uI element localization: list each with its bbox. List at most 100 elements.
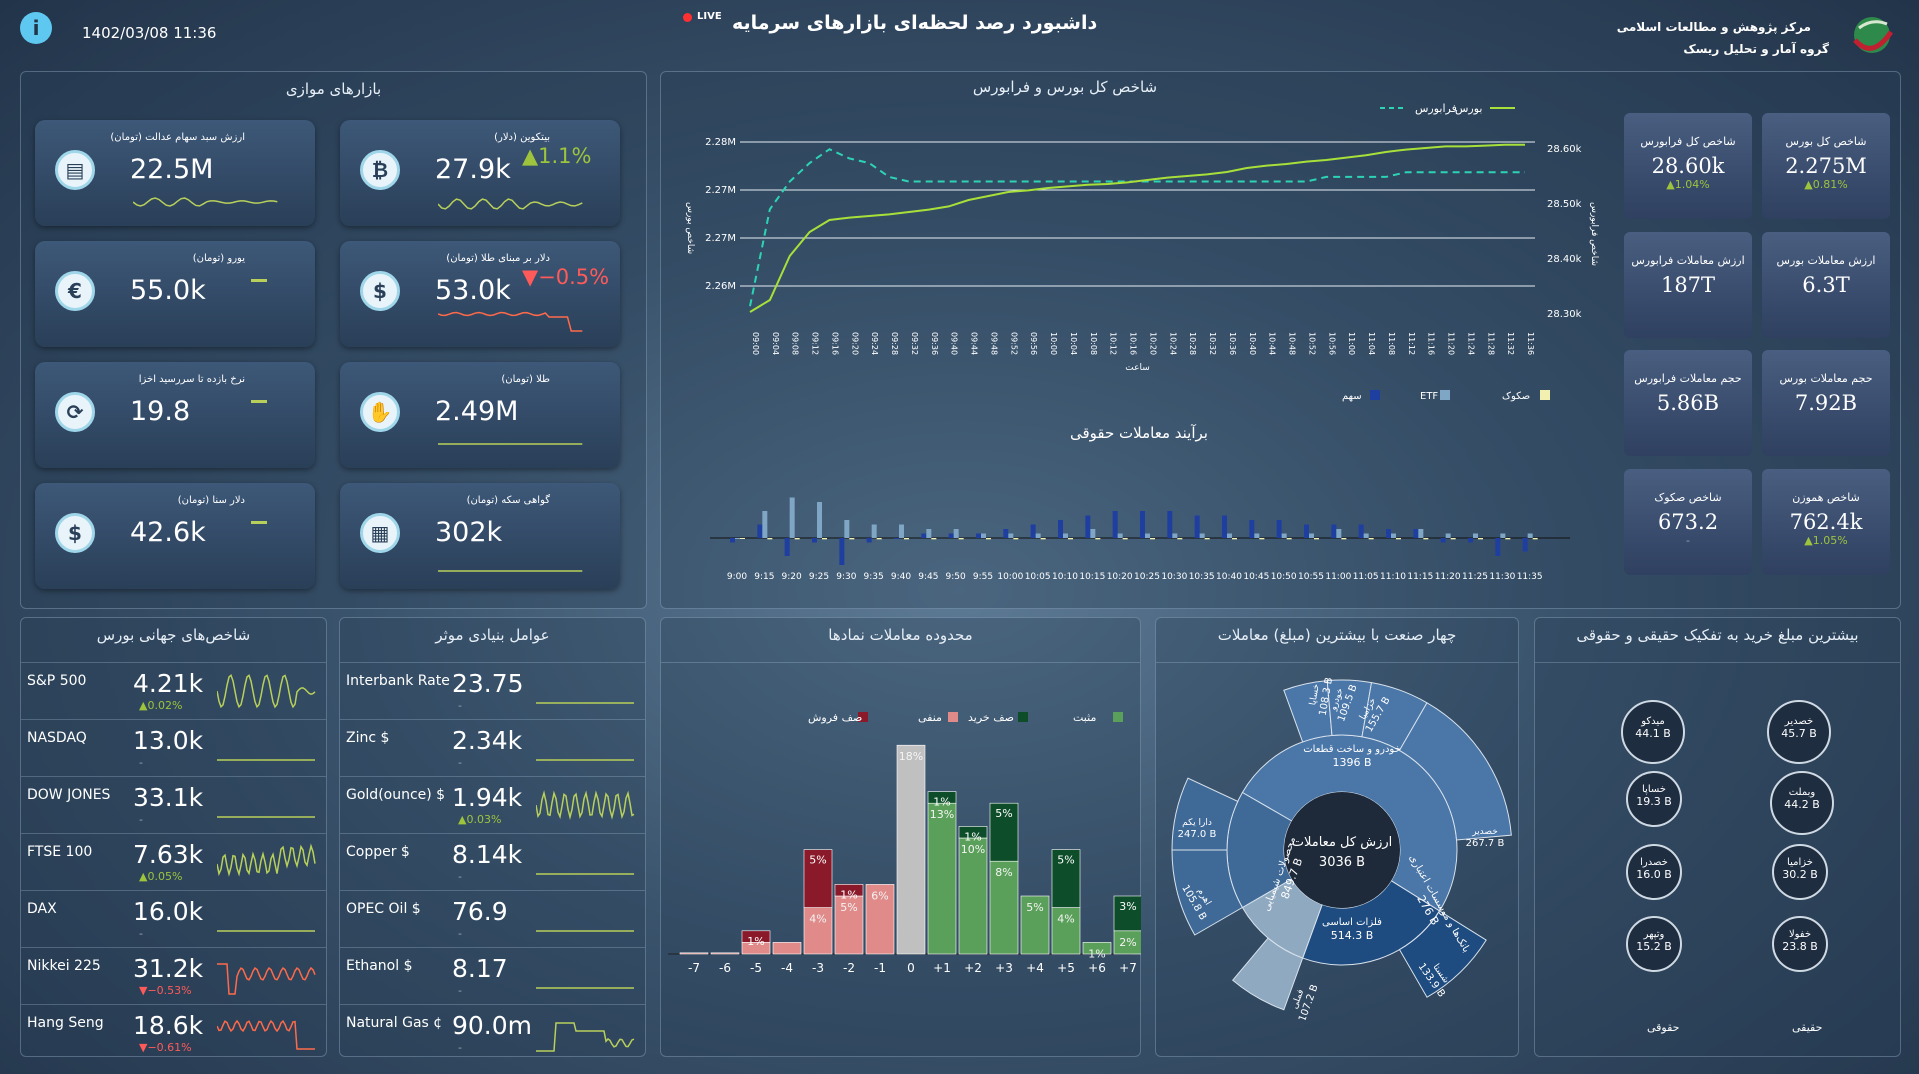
index-row[interactable]: FTSE 100 7.63k ▲0.05% (21, 833, 326, 890)
info-icon[interactable]: i (20, 12, 52, 44)
legal-bar (1391, 533, 1396, 538)
legal-bar (1386, 529, 1391, 538)
buyer-symbol: خصدیر (1784, 716, 1814, 727)
market-card[interactable]: ▦ گواهی سکه (تومان) 302k (340, 483, 620, 589)
kpi-title: شاخص کل فرابورس (1640, 135, 1736, 148)
legal-bar (1150, 538, 1155, 540)
legal-bar (1450, 538, 1456, 540)
index-row[interactable]: DOW JONES 33.1k - (21, 776, 326, 833)
x-tick: 9:40 (891, 572, 911, 582)
buyer-bubble[interactable]: خصدیر 45.7 B (1767, 700, 1831, 764)
index-row[interactable]: NASDAQ 13.0k - (21, 719, 326, 776)
x-tick: 09:44 (970, 332, 979, 355)
buyer-symbol: وتپهر (1643, 929, 1665, 940)
x-tick: 11:30 (1489, 572, 1515, 582)
x-tick: 11:10 (1380, 572, 1406, 582)
buyer-bubble[interactable]: خصدرا 16.0 B (1626, 844, 1682, 900)
bar-value-label: 5% (1026, 901, 1043, 914)
buyer-bubble[interactable]: خفولا 23.8 B (1772, 916, 1828, 972)
card-title: ارزش سبد سهام عدالت (تومان) (110, 132, 245, 143)
x-tick: 10:45 (1243, 572, 1269, 582)
kpi-card[interactable]: ارزش معاملات بورس 6.3T (1762, 232, 1890, 338)
x-tick: 10:08 (1089, 332, 1098, 355)
card-title: گواهی سکه (تومان) (466, 495, 550, 506)
kpi-title: ارزش معاملات فرابورس (1631, 254, 1745, 267)
x-tick: 10:35 (1189, 572, 1215, 582)
industry-label: خودرو و ساخت قطعات (1303, 744, 1401, 755)
org-name: مرکز پژوهش و مطالعات اسلامی (1616, 20, 1811, 34)
legal-bar (1194, 515, 1200, 538)
kpi-card[interactable]: شاخص هموزن 762.4k ▲1.05% (1762, 469, 1890, 575)
kpi-value: 762.4k (1789, 510, 1863, 534)
x-axis-label: ساعت (1125, 363, 1150, 373)
buyer-amount: 44.2 B (1784, 798, 1820, 811)
market-card[interactable]: € یورو (تومان) 55.0k (35, 241, 315, 347)
market-card[interactable]: ✋ طلا (تومان) 2.49M (340, 362, 620, 468)
buyer-bubble[interactable]: میدکو 44.1 B (1621, 700, 1685, 764)
legend-label: منفی (918, 711, 942, 724)
index-row[interactable]: Natural Gas ¢ 90.0m - (340, 1004, 645, 1061)
legal-bar (1259, 538, 1265, 540)
index-row[interactable]: Interbank Rate 23.75 - (340, 662, 645, 719)
x-tick: 10:55 (1298, 572, 1324, 582)
buyer-bubble[interactable]: وتپهر 15.2 B (1626, 916, 1682, 972)
index-row[interactable]: Gold(ounce) $ 1.94k ▲0.03% (340, 776, 645, 833)
legal-buyers-label: حقوقی (1647, 1021, 1680, 1034)
legal-bar (789, 497, 795, 538)
row-name: FTSE 100 (27, 844, 93, 860)
series-line (749, 148, 1525, 307)
row-name: Ethanol $ (346, 958, 413, 974)
kpi-card[interactable]: شاخص صکوک 673.2- (1624, 469, 1752, 575)
x-tick: 10:52 (1307, 332, 1316, 355)
legal-bar (1117, 533, 1123, 538)
x-tick: 10:56 (1327, 332, 1336, 355)
x-tick: 09:56 (1029, 332, 1038, 355)
x-tick: 10:44 (1268, 332, 1277, 355)
market-card[interactable]: $ دلار بر مبنای طلا (تومان) 53.0k ▼−0.5% (340, 241, 620, 347)
buyer-symbol: میدکو (1641, 716, 1665, 727)
kpi-card[interactable]: شاخص کل فرابورس 28.60k ▲1.04% (1624, 113, 1752, 219)
x-tick: 09:48 (989, 332, 998, 355)
card-sparkline (438, 443, 583, 445)
index-row[interactable]: Zinc $ 2.34k - (340, 719, 645, 776)
market-card[interactable]: ⟳ نرخ بازده تا سررسید اخزا 19.8 (35, 362, 315, 468)
bar-value-label: 1% (1088, 947, 1105, 960)
market-card[interactable]: $ دلار سنا (تومان) 42.6k (35, 483, 315, 589)
row-sparkline (536, 1022, 635, 1052)
x-tick: 10:00 (997, 572, 1023, 582)
x-tick: 11:25 (1462, 572, 1488, 582)
x-tick: 09:12 (811, 332, 820, 355)
legal-bar (986, 538, 991, 540)
bar-value-label: 1% (840, 888, 857, 901)
row-change: - (458, 699, 462, 712)
y-tick-left: 2.27M (705, 185, 736, 196)
card-title: طلا (تومان) (501, 374, 550, 385)
kpi-card[interactable]: حجم معاملات بورس 7.92B (1762, 350, 1890, 456)
buyer-bubble[interactable]: خساپا 19.3 B (1626, 771, 1682, 827)
index-row[interactable]: DAX 16.0k - (21, 890, 326, 947)
card-value: 53.0k (435, 275, 511, 306)
row-sparkline (536, 790, 635, 820)
legal-bar (1522, 538, 1528, 552)
kpi-value: 673.2 (1657, 510, 1719, 534)
x-tick: 11:24 (1466, 332, 1475, 355)
index-row[interactable]: Copper $ 8.14k - (340, 833, 645, 890)
legal-bar (1140, 511, 1145, 538)
market-card[interactable]: ₿ بیتکوین (دلار) 27.9k ▲1.1% (340, 120, 620, 226)
kpi-card[interactable]: ارزش معاملات فرابورس 187T (1624, 232, 1752, 338)
index-row[interactable]: Ethanol $ 8.17 - (340, 947, 645, 1004)
kpi-card[interactable]: حجم معاملات فرابورس 5.86B (1624, 350, 1752, 456)
kpi-card[interactable]: شاخص کل بورس 2.275M ▲0.81% (1762, 113, 1890, 219)
bar-value-label: 8% (995, 866, 1012, 879)
index-row[interactable]: Nikkei 225 31.2k ▼−0.53% (21, 947, 326, 1004)
index-row[interactable]: S&P 500 4.21k ▲0.02% (21, 662, 326, 719)
market-card[interactable]: ▤ ارزش سبد سهام عدالت (تومان) 22.5M (35, 120, 315, 226)
buyer-bubble[interactable]: وبملت 44.2 B (1770, 771, 1834, 835)
index-row[interactable]: OPEC Oil $ 76.9 - (340, 890, 645, 947)
card-value: 27.9k (435, 154, 511, 185)
card-value: 55.0k (130, 275, 206, 306)
row-change: - (458, 870, 462, 883)
buyer-bubble[interactable]: خزامیا 30.2 B (1772, 844, 1828, 900)
index-row[interactable]: Hang Seng 18.6k ▼−0.61% (21, 1004, 326, 1061)
x-tick: -2 (843, 961, 855, 975)
